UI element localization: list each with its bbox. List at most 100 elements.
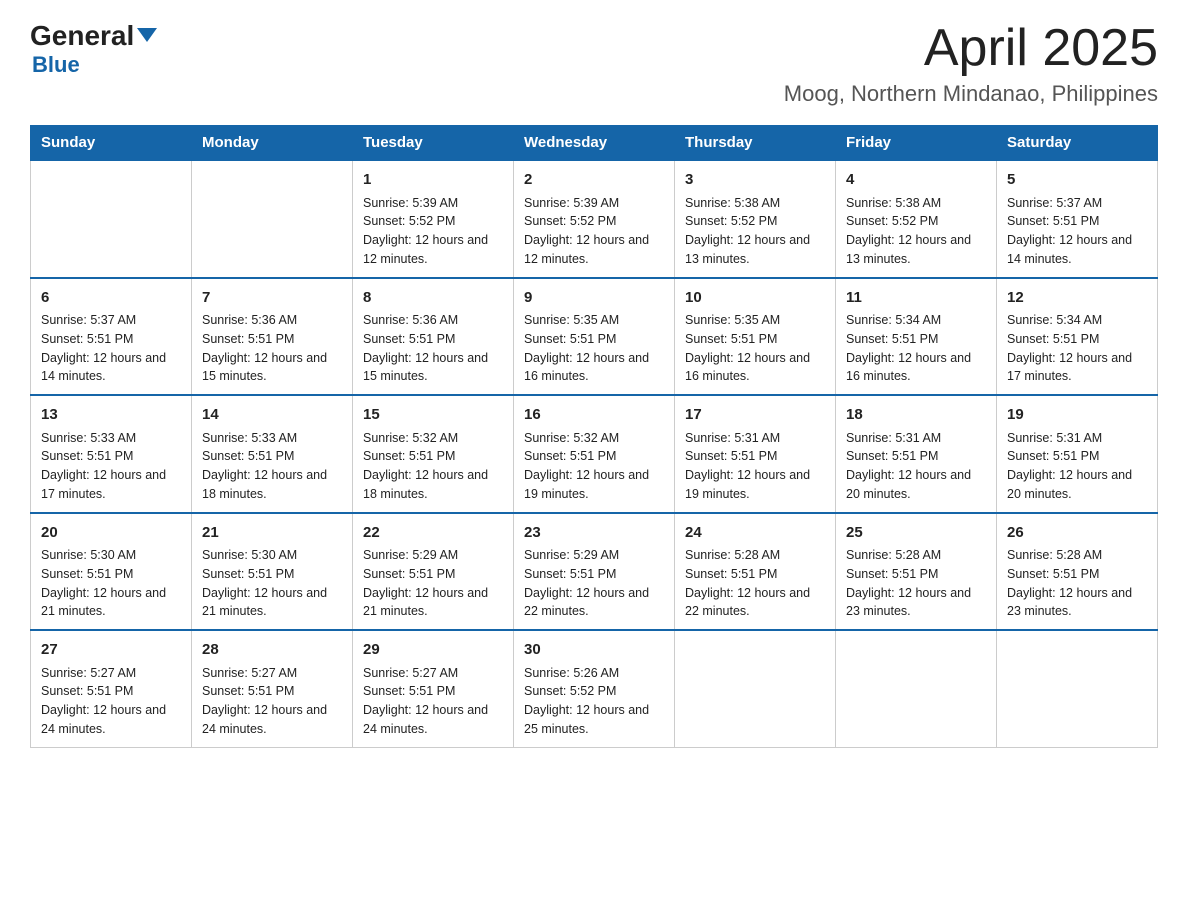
calendar-week-row: 20Sunrise: 5:30 AMSunset: 5:51 PMDayligh…	[31, 513, 1158, 631]
calendar-day-cell: 27Sunrise: 5:27 AMSunset: 5:51 PMDayligh…	[31, 630, 192, 747]
calendar-day-cell: 16Sunrise: 5:32 AMSunset: 5:51 PMDayligh…	[514, 395, 675, 513]
title-section: April 2025 Moog, Northern Mindanao, Phil…	[784, 20, 1158, 107]
day-number: 1	[363, 169, 503, 192]
day-number: 4	[846, 169, 986, 192]
day-number: 20	[41, 522, 181, 545]
day-number: 23	[524, 522, 664, 545]
day-number: 13	[41, 404, 181, 427]
day-number: 5	[1007, 169, 1147, 192]
day-of-week-header: Tuesday	[353, 126, 514, 161]
day-number: 24	[685, 522, 825, 545]
calendar-day-cell: 7Sunrise: 5:36 AMSunset: 5:51 PMDaylight…	[192, 278, 353, 396]
logo: General Blue	[30, 20, 157, 78]
day-of-week-header: Sunday	[31, 126, 192, 161]
calendar-subtitle: Moog, Northern Mindanao, Philippines	[784, 81, 1158, 107]
day-info: Sunrise: 5:31 AMSunset: 5:51 PMDaylight:…	[1007, 429, 1147, 504]
day-info: Sunrise: 5:36 AMSunset: 5:51 PMDaylight:…	[363, 311, 503, 386]
calendar-day-cell: 26Sunrise: 5:28 AMSunset: 5:51 PMDayligh…	[997, 513, 1158, 631]
day-info: Sunrise: 5:29 AMSunset: 5:51 PMDaylight:…	[363, 546, 503, 621]
day-info: Sunrise: 5:32 AMSunset: 5:51 PMDaylight:…	[524, 429, 664, 504]
calendar-day-cell: 9Sunrise: 5:35 AMSunset: 5:51 PMDaylight…	[514, 278, 675, 396]
header: General Blue April 2025 Moog, Northern M…	[30, 20, 1158, 107]
day-info: Sunrise: 5:35 AMSunset: 5:51 PMDaylight:…	[685, 311, 825, 386]
calendar-day-cell: 29Sunrise: 5:27 AMSunset: 5:51 PMDayligh…	[353, 630, 514, 747]
logo-general-text: General	[30, 20, 157, 52]
day-number: 14	[202, 404, 342, 427]
calendar-day-cell: 11Sunrise: 5:34 AMSunset: 5:51 PMDayligh…	[836, 278, 997, 396]
calendar-body: 1Sunrise: 5:39 AMSunset: 5:52 PMDaylight…	[31, 160, 1158, 747]
day-number: 8	[363, 287, 503, 310]
day-number: 15	[363, 404, 503, 427]
day-info: Sunrise: 5:36 AMSunset: 5:51 PMDaylight:…	[202, 311, 342, 386]
calendar-day-cell: 13Sunrise: 5:33 AMSunset: 5:51 PMDayligh…	[31, 395, 192, 513]
calendar-day-cell	[836, 630, 997, 747]
calendar-day-cell: 24Sunrise: 5:28 AMSunset: 5:51 PMDayligh…	[675, 513, 836, 631]
calendar-day-cell	[31, 160, 192, 278]
day-info: Sunrise: 5:34 AMSunset: 5:51 PMDaylight:…	[1007, 311, 1147, 386]
day-info: Sunrise: 5:33 AMSunset: 5:51 PMDaylight:…	[202, 429, 342, 504]
calendar-day-cell: 25Sunrise: 5:28 AMSunset: 5:51 PMDayligh…	[836, 513, 997, 631]
calendar-day-cell: 1Sunrise: 5:39 AMSunset: 5:52 PMDaylight…	[353, 160, 514, 278]
day-number: 16	[524, 404, 664, 427]
calendar-week-row: 13 Sunrise: 5:33 AMSunset: 5:51 PMDayligh…	[31, 395, 1158, 513]
day-info: Sunrise: 5:37 AMSunset: 5:51 PMDaylight:…	[41, 311, 181, 386]
day-of-week-header: Monday	[192, 126, 353, 161]
day-info: Sunrise: 5:32 AMSunset: 5:51 PMDaylight:…	[363, 429, 503, 504]
calendar-day-cell: 20Sunrise: 5:30 AMSunset: 5:51 PMDayligh…	[31, 513, 192, 631]
calendar-day-cell: 15Sunrise: 5:32 AMSunset: 5:51 PMDayligh…	[353, 395, 514, 513]
calendar-day-cell: 6Sunrise: 5:37 AMSunset: 5:51 PMDaylight…	[31, 278, 192, 396]
calendar-day-cell: 10Sunrise: 5:35 AMSunset: 5:51 PMDayligh…	[675, 278, 836, 396]
day-info: Sunrise: 5:29 AMSunset: 5:51 PMDaylight:…	[524, 546, 664, 621]
day-number: 11	[846, 287, 986, 310]
day-number: 27	[41, 639, 181, 662]
day-info: Sunrise: 5:35 AMSunset: 5:51 PMDaylight:…	[524, 311, 664, 386]
day-number: 3	[685, 169, 825, 192]
day-info: Sunrise: 5:31 AMSunset: 5:51 PMDaylight:…	[846, 429, 986, 504]
day-info: Sunrise: 5:27 AMSunset: 5:51 PMDaylight:…	[363, 664, 503, 739]
calendar-table: SundayMondayTuesdayWednesdayThursdayFrid…	[30, 125, 1158, 748]
day-number: 30	[524, 639, 664, 662]
calendar-week-row: 6Sunrise: 5:37 AMSunset: 5:51 PMDaylight…	[31, 278, 1158, 396]
calendar-day-cell: 14Sunrise: 5:33 AMSunset: 5:51 PMDayligh…	[192, 395, 353, 513]
day-number: 25	[846, 522, 986, 545]
calendar-day-cell: 8Sunrise: 5:36 AMSunset: 5:51 PMDaylight…	[353, 278, 514, 396]
day-of-week-header: Wednesday	[514, 126, 675, 161]
calendar-day-cell: 4Sunrise: 5:38 AMSunset: 5:52 PMDaylight…	[836, 160, 997, 278]
calendar-day-cell: 18Sunrise: 5:31 AMSunset: 5:51 PMDayligh…	[836, 395, 997, 513]
day-info: Sunrise: 5:27 AMSunset: 5:51 PMDaylight:…	[41, 664, 181, 739]
day-info: Sunrise: 5:30 AMSunset: 5:51 PMDaylight:…	[202, 546, 342, 621]
day-number: 9	[524, 287, 664, 310]
day-info: Sunrise: 5:37 AMSunset: 5:51 PMDaylight:…	[1007, 194, 1147, 269]
day-info: Sunrise: 5:31 AMSunset: 5:51 PMDaylight:…	[685, 429, 825, 504]
day-info: Sunrise: 5:38 AMSunset: 5:52 PMDaylight:…	[685, 194, 825, 269]
calendar-week-row: 1Sunrise: 5:39 AMSunset: 5:52 PMDaylight…	[31, 160, 1158, 278]
day-info: Sunrise: 5:39 AMSunset: 5:52 PMDaylight:…	[363, 194, 503, 269]
calendar-day-cell: 30Sunrise: 5:26 AMSunset: 5:52 PMDayligh…	[514, 630, 675, 747]
logo-arrow-icon	[137, 28, 157, 42]
day-info: Sunrise: 5:30 AMSunset: 5:51 PMDaylight:…	[41, 546, 181, 621]
calendar-day-cell: 5Sunrise: 5:37 AMSunset: 5:51 PMDaylight…	[997, 160, 1158, 278]
day-number: 28	[202, 639, 342, 662]
day-number: 22	[363, 522, 503, 545]
day-number: 19	[1007, 404, 1147, 427]
calendar-day-cell	[997, 630, 1158, 747]
calendar-day-cell: 12Sunrise: 5:34 AMSunset: 5:51 PMDayligh…	[997, 278, 1158, 396]
day-of-week-header: Friday	[836, 126, 997, 161]
calendar-day-cell	[675, 630, 836, 747]
calendar-day-cell	[192, 160, 353, 278]
calendar-week-row: 27Sunrise: 5:27 AMSunset: 5:51 PMDayligh…	[31, 630, 1158, 747]
day-info: Sunrise: 5:28 AMSunset: 5:51 PMDaylight:…	[1007, 546, 1147, 621]
day-number: 12	[1007, 287, 1147, 310]
day-info: Sunrise: 5:27 AMSunset: 5:51 PMDaylight:…	[202, 664, 342, 739]
day-number: 7	[202, 287, 342, 310]
calendar-day-cell: 2Sunrise: 5:39 AMSunset: 5:52 PMDaylight…	[514, 160, 675, 278]
day-number: 29	[363, 639, 503, 662]
day-number: 17	[685, 404, 825, 427]
day-info: Sunrise: 5:28 AMSunset: 5:51 PMDaylight:…	[846, 546, 986, 621]
calendar-day-cell: 19Sunrise: 5:31 AMSunset: 5:51 PMDayligh…	[997, 395, 1158, 513]
day-info: Sunrise: 5:34 AMSunset: 5:51 PMDaylight:…	[846, 311, 986, 386]
calendar-day-cell: 17Sunrise: 5:31 AMSunset: 5:51 PMDayligh…	[675, 395, 836, 513]
day-number: 21	[202, 522, 342, 545]
day-of-week-header: Thursday	[675, 126, 836, 161]
day-number: 6	[41, 287, 181, 310]
